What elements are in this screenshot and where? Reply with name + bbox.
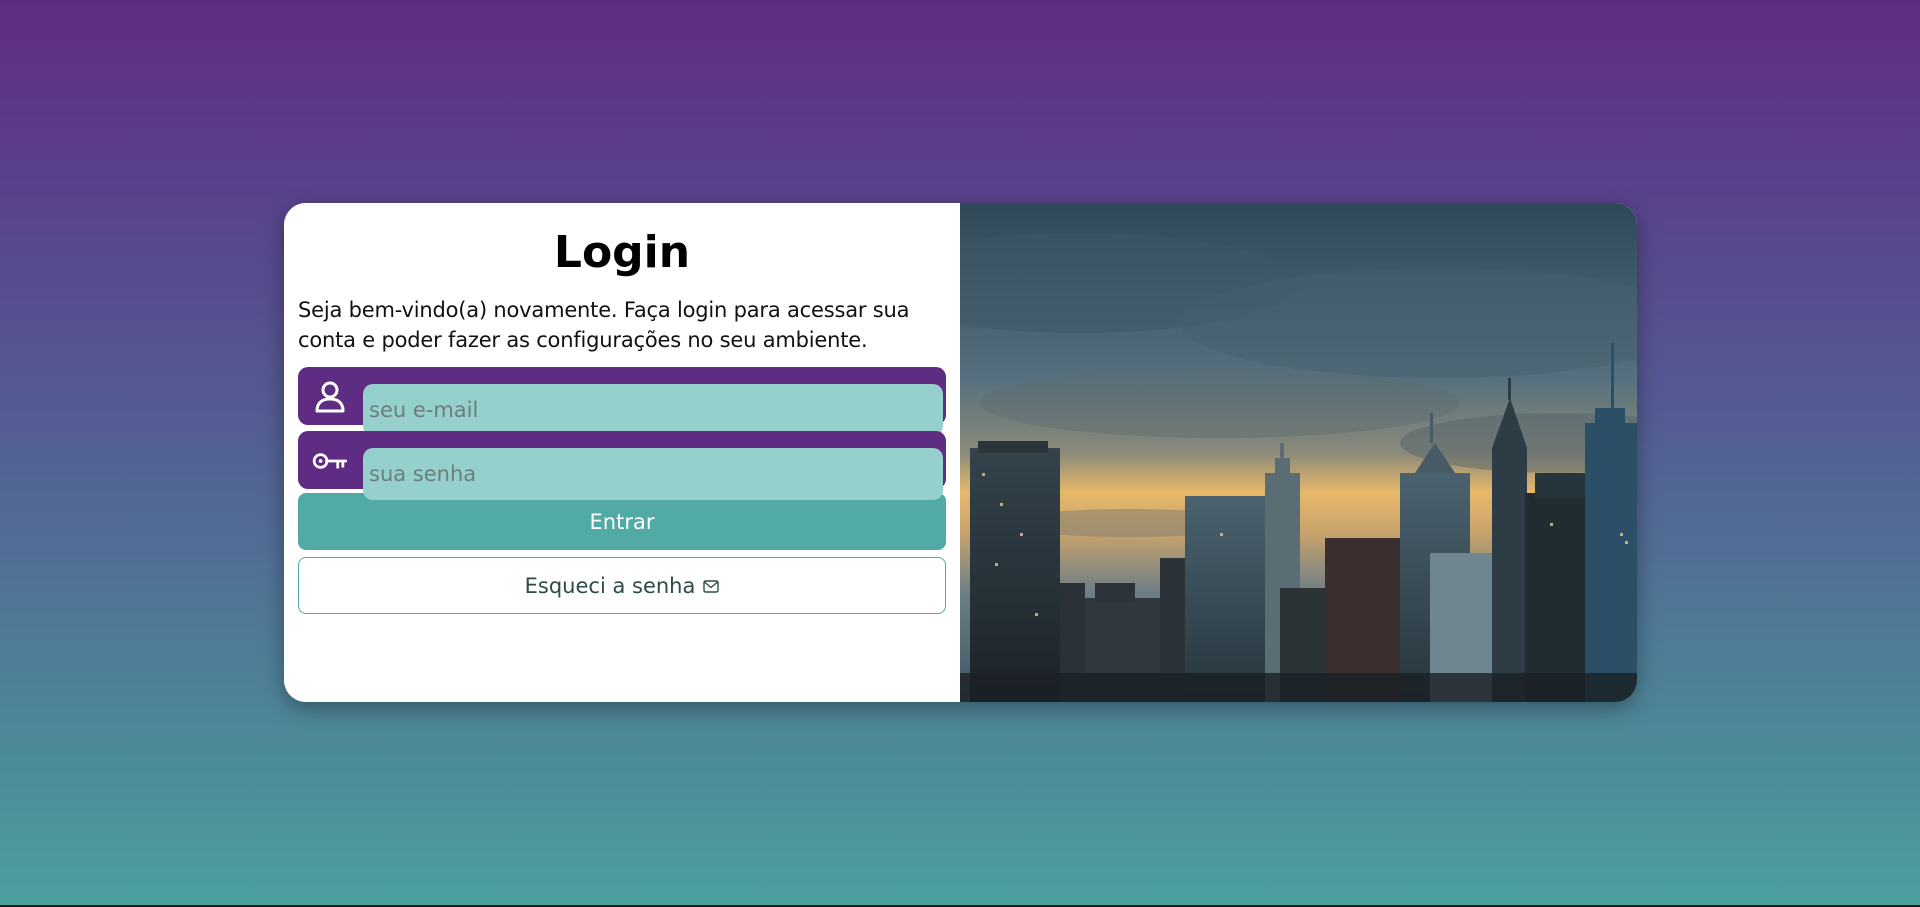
email-input[interactable]	[363, 384, 943, 436]
password-input[interactable]	[363, 448, 943, 500]
city-skyline-image	[960, 203, 1637, 702]
page-title: Login	[553, 227, 691, 278]
login-button[interactable]: Entrar	[298, 493, 946, 550]
user-icon	[312, 379, 348, 415]
email-field-group	[298, 367, 946, 436]
login-panel: Login Seja bem-vindo(a) novamente. Faça …	[284, 203, 960, 702]
password-field-group	[298, 431, 946, 500]
skyline-illustration	[960, 203, 1637, 702]
welcome-text: Seja bem-vindo(a) novamente. Faça login …	[298, 298, 910, 352]
mail-icon	[703, 574, 720, 598]
key-icon	[312, 443, 348, 479]
login-card: Login Seja bem-vindo(a) novamente. Faça …	[284, 203, 1637, 702]
forgot-password-button[interactable]: Esqueci a senha	[298, 557, 946, 614]
forgot-password-label: Esqueci a senha	[524, 573, 696, 598]
